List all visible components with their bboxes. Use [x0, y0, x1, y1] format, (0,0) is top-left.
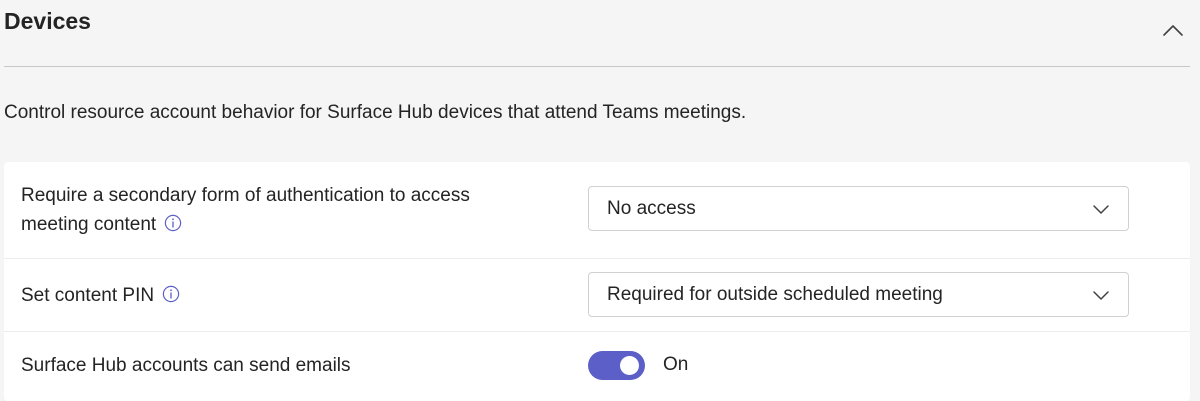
toggle-state-label: On: [663, 354, 689, 375]
section-description: Control resource account behavior for Su…: [4, 102, 747, 123]
setting-label-line2-wrap: meeting content: [21, 210, 470, 239]
setting-row-secondary-auth: Require a secondary form of authenticati…: [4, 162, 1190, 258]
setting-label-line2: meeting content: [21, 214, 157, 235]
setting-label-send-emails: Surface Hub accounts can send emails: [21, 355, 351, 376]
send-emails-toggle[interactable]: [588, 351, 645, 380]
devices-settings-page: Devices Control resource account behavio…: [0, 0, 1200, 401]
setting-label-content-pin: Set content PIN: [21, 285, 155, 306]
setting-label-line1: Require a secondary form of authenticati…: [21, 185, 470, 206]
section-divider: [4, 66, 1190, 67]
setting-label-secondary-auth: Require a secondary form of authenticati…: [21, 181, 470, 239]
dropdown-selected-value: No access: [607, 198, 696, 219]
toggle-knob: [620, 356, 639, 375]
chevron-down-icon: [1093, 205, 1109, 214]
section-header: Devices: [0, 0, 1200, 66]
content-pin-dropdown[interactable]: Required for outside scheduled meeting: [588, 272, 1129, 317]
secondary-auth-dropdown[interactable]: No access: [588, 186, 1129, 231]
collapse-section-button[interactable]: [1158, 16, 1188, 44]
chevron-down-icon: [1093, 291, 1109, 300]
setting-row-content-pin: Set content PIN Required for outside sch…: [4, 259, 1190, 331]
section-title: Devices: [4, 8, 91, 34]
dropdown-selected-value: Required for outside scheduled meeting: [607, 284, 943, 305]
setting-label-content-pin-wrap: Set content PIN: [21, 281, 180, 310]
chevron-up-icon: [1163, 25, 1183, 36]
setting-row-send-emails: Surface Hub accounts can send emails On: [4, 332, 1190, 401]
settings-card: Require a secondary form of authenticati…: [4, 162, 1190, 401]
info-icon[interactable]: [162, 285, 180, 303]
info-icon[interactable]: [164, 214, 182, 232]
